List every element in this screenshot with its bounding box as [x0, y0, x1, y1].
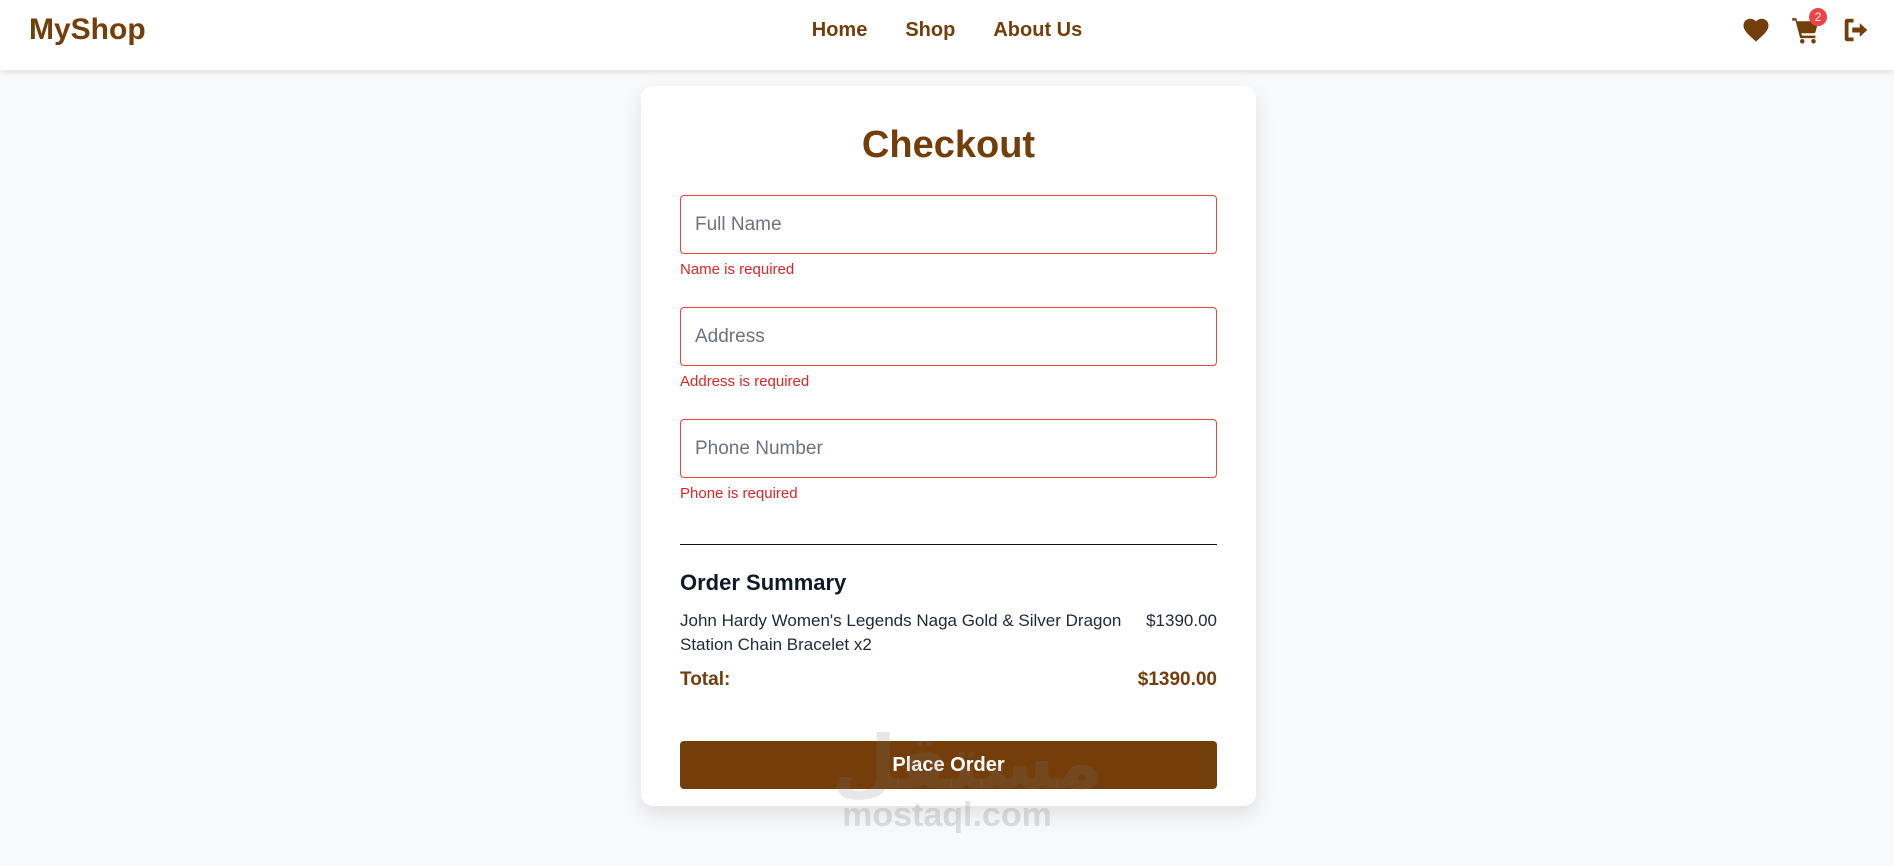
nav-link-about-us[interactable]: About Us — [993, 19, 1082, 42]
phone-field-group: Phone is required — [680, 419, 1217, 503]
total-row: Total: $1390.00 — [680, 669, 1217, 691]
address-error: Address is required — [680, 373, 810, 390]
order-summary-item: John Hardy Women's Legends Naga Gold & S… — [680, 609, 1217, 657]
item-name: John Hardy Women's Legends Naga Gold & S… — [680, 611, 1122, 654]
address-field-group: Address is required — [680, 307, 1217, 391]
nav-links: Home Shop About Us — [0, 19, 1894, 42]
divider — [680, 544, 1217, 545]
full-name-field-group: Name is required — [680, 195, 1217, 279]
order-summary-title: Order Summary — [680, 570, 847, 595]
address-input[interactable] — [680, 307, 1217, 366]
full-name-error: Name is required — [680, 261, 795, 278]
phone-number-input[interactable] — [680, 419, 1217, 478]
nav-link-home[interactable]: Home — [812, 19, 868, 42]
item-price: $1390.00 — [1146, 611, 1217, 630]
place-order-button[interactable]: Place Order — [680, 741, 1217, 789]
nav-icons: 2 — [1740, 8, 1871, 45]
nav-link-shop[interactable]: Shop — [905, 19, 955, 42]
navbar: MyShop Home Shop About Us 2 — [0, 0, 1894, 70]
cart-button[interactable]: 2 — [1790, 8, 1827, 45]
cart-count-badge: 2 — [1809, 8, 1827, 26]
full-name-input[interactable] — [680, 195, 1217, 254]
total-value: $1390.00 — [1137, 669, 1217, 690]
total-label: Total: — [680, 669, 731, 690]
checkout-card: Checkout Name is required Address is req… — [641, 86, 1256, 806]
wishlist-button[interactable] — [1740, 15, 1771, 45]
page-title: Checkout — [861, 124, 1036, 166]
logout-icon — [1844, 18, 1867, 42]
phone-error: Phone is required — [680, 485, 798, 502]
logout-button[interactable] — [1840, 15, 1871, 45]
heart-icon — [1743, 18, 1768, 42]
